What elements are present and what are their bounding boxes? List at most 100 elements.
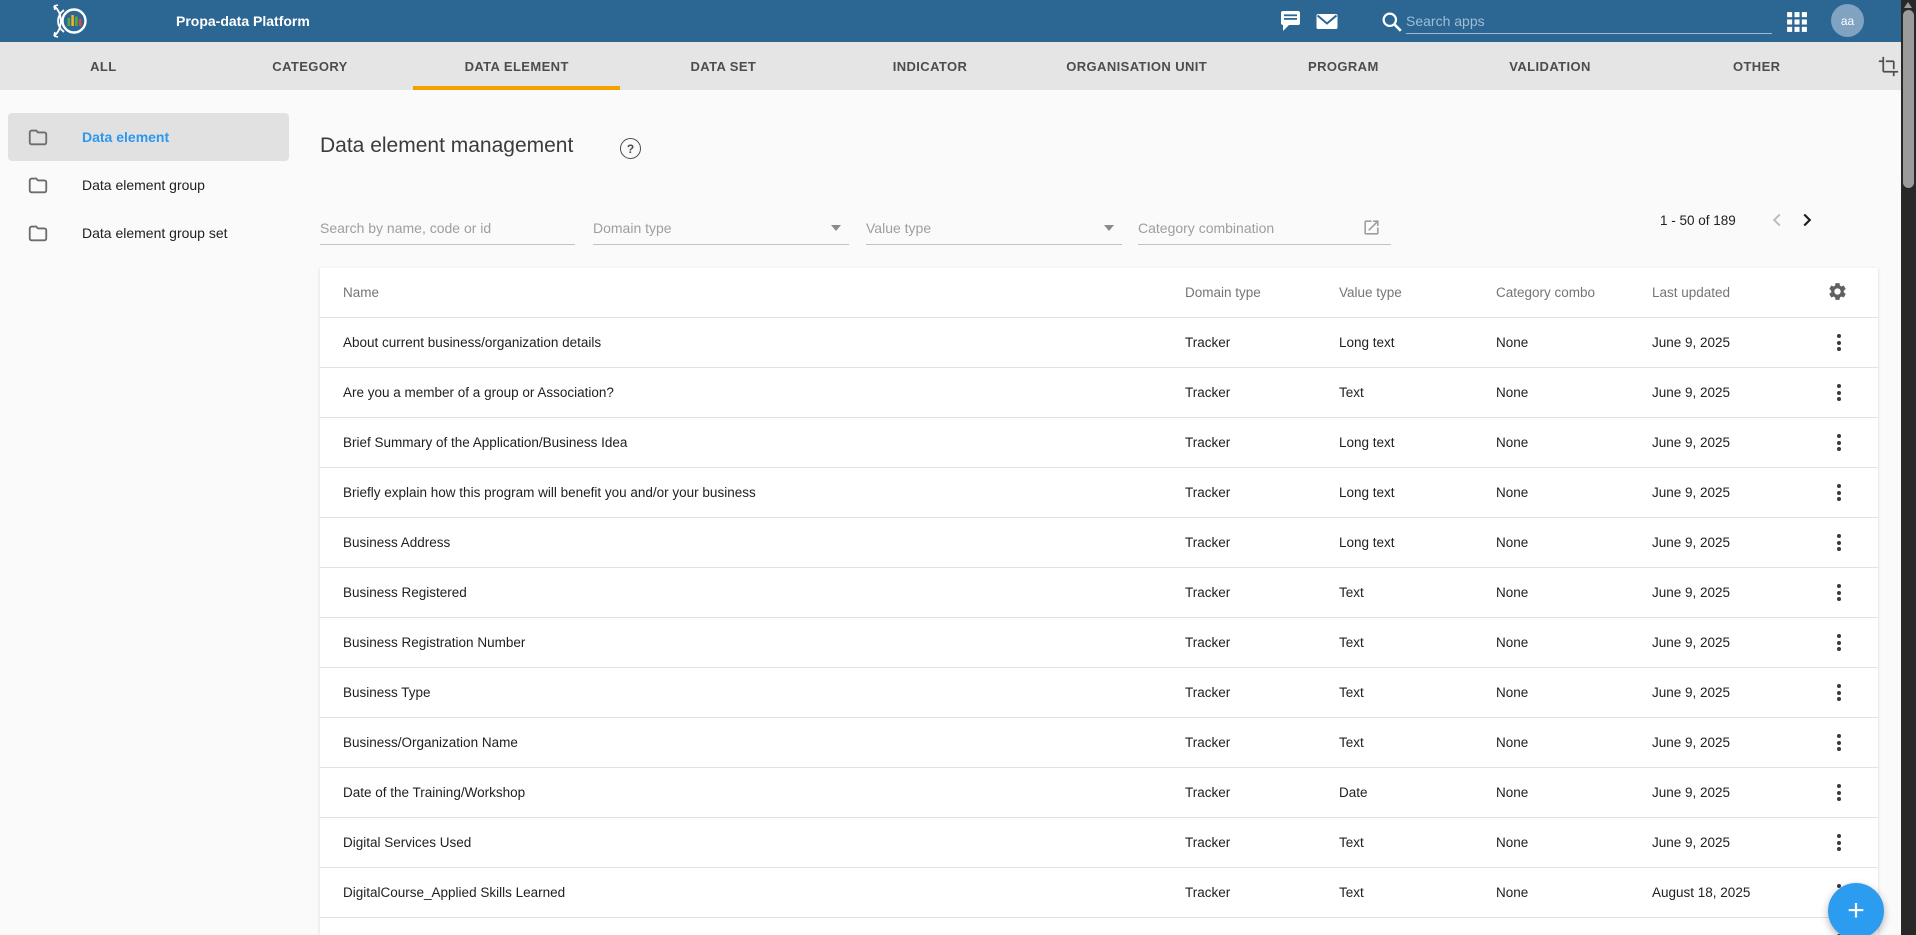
cell-domain-type: Tracker bbox=[1185, 785, 1231, 800]
mail-icon[interactable] bbox=[1316, 11, 1338, 33]
row-actions-kebab-icon[interactable] bbox=[1830, 583, 1848, 603]
tab-validation[interactable]: VALIDATION bbox=[1447, 42, 1654, 90]
plus-icon: + bbox=[1847, 894, 1865, 927]
cell-name: Digital Services Used bbox=[343, 835, 472, 850]
table-search-field[interactable] bbox=[320, 212, 575, 245]
chevron-right-icon bbox=[1803, 213, 1812, 227]
column-settings-gear-icon[interactable] bbox=[1827, 281, 1848, 302]
column-header-domain-type[interactable]: Domain type bbox=[1185, 285, 1339, 300]
value-type-label: Value type bbox=[866, 220, 932, 236]
apps-grid-icon[interactable] bbox=[1786, 11, 1808, 33]
category-combination-select[interactable]: Category combination bbox=[1138, 212, 1391, 245]
cell-category-combo: None bbox=[1496, 585, 1529, 600]
cell-category-combo: None bbox=[1496, 885, 1529, 900]
tab-program[interactable]: PROGRAM bbox=[1240, 42, 1447, 90]
sidebar-item-data-element-group-set[interactable]: Data element group set bbox=[8, 209, 289, 257]
table-row[interactable]: Briefly explain how this program will be… bbox=[320, 468, 1878, 518]
sidebar-item-data-element-group[interactable]: Data element group bbox=[8, 161, 289, 209]
sidebar-item-data-element[interactable]: Data element bbox=[8, 113, 289, 161]
row-actions-kebab-icon[interactable] bbox=[1830, 333, 1848, 353]
tab-indicator[interactable]: INDICATOR bbox=[827, 42, 1034, 90]
scrollbar-up-arrow-icon[interactable] bbox=[1904, 2, 1912, 8]
table-row[interactable] bbox=[320, 918, 1878, 935]
add-data-element-fab-button[interactable]: + bbox=[1828, 883, 1884, 935]
user-avatar[interactable]: aa bbox=[1831, 4, 1864, 37]
folder-icon bbox=[28, 177, 48, 194]
cell-domain-type: Tracker bbox=[1185, 485, 1231, 500]
dhis2-logo-icon[interactable] bbox=[46, 3, 92, 39]
column-header-name[interactable]: Name bbox=[320, 285, 1185, 300]
table-header-row: Name Domain type Value type Category com… bbox=[320, 268, 1878, 318]
cell-name: DigitalCourse_Applied Skills Learned bbox=[343, 885, 566, 900]
table-row[interactable]: About current business/organization deta… bbox=[320, 318, 1878, 368]
table-row[interactable]: Business/Organization Name Tracker Text … bbox=[320, 718, 1878, 768]
row-actions-kebab-icon[interactable] bbox=[1830, 433, 1848, 453]
tab-data-set[interactable]: DATA SET bbox=[620, 42, 827, 90]
pagination-next-button[interactable] bbox=[1792, 206, 1822, 234]
cell-value-type: Text bbox=[1339, 585, 1364, 600]
tab-data-element[interactable]: DATA ELEMENT bbox=[413, 42, 620, 90]
column-header-last-updated[interactable]: Last updated bbox=[1652, 285, 1822, 300]
column-header-category-combo[interactable]: Category combo bbox=[1496, 285, 1652, 300]
table-row[interactable]: Business Registered Tracker Text None Ju… bbox=[320, 568, 1878, 618]
app-title: Propa-data Platform bbox=[176, 13, 310, 29]
row-actions-kebab-icon[interactable] bbox=[1830, 533, 1848, 553]
table-row[interactable]: Business Registration Number Tracker Tex… bbox=[320, 618, 1878, 668]
cell-domain-type: Tracker bbox=[1185, 585, 1231, 600]
cell-name: Are you a member of a group or Associati… bbox=[343, 385, 614, 400]
table-row[interactable]: Digital Services Used Tracker Text None … bbox=[320, 818, 1878, 868]
table-row[interactable]: Brief Summary of the Application/Busines… bbox=[320, 418, 1878, 468]
cell-last-updated: June 9, 2025 bbox=[1652, 485, 1731, 500]
cell-last-updated: June 9, 2025 bbox=[1652, 335, 1731, 350]
cell-category-combo: None bbox=[1496, 635, 1529, 650]
tab-other[interactable]: OTHER bbox=[1653, 42, 1860, 90]
row-actions-kebab-icon[interactable] bbox=[1830, 833, 1848, 853]
table-row[interactable]: DigitalCourse_Applied Skills Learned Tra… bbox=[320, 868, 1878, 918]
row-actions-kebab-icon[interactable] bbox=[1830, 633, 1848, 653]
cell-value-type: Text bbox=[1339, 635, 1364, 650]
page-title: Data element management bbox=[320, 134, 574, 157]
cell-category-combo: None bbox=[1496, 835, 1529, 850]
scrollbar-thumb[interactable] bbox=[1903, 10, 1914, 188]
row-actions-kebab-icon[interactable] bbox=[1830, 483, 1848, 503]
messages-icon[interactable] bbox=[1280, 10, 1302, 32]
domain-type-select[interactable]: Domain type bbox=[593, 212, 849, 245]
table-search-input[interactable] bbox=[320, 220, 575, 236]
domain-type-label: Domain type bbox=[593, 220, 672, 236]
folder-icon bbox=[28, 129, 48, 146]
row-actions-kebab-icon[interactable] bbox=[1830, 733, 1848, 753]
table-body: About current business/organization deta… bbox=[320, 318, 1878, 935]
apps-search-field[interactable] bbox=[1406, 9, 1772, 35]
cell-last-updated: June 9, 2025 bbox=[1652, 835, 1731, 850]
cell-last-updated: June 9, 2025 bbox=[1652, 535, 1731, 550]
sidebar-item-label: Data element group bbox=[82, 177, 205, 193]
cell-last-updated: June 9, 2025 bbox=[1652, 435, 1731, 450]
row-actions-kebab-icon[interactable] bbox=[1830, 683, 1848, 703]
search-icon[interactable] bbox=[1381, 11, 1403, 33]
cell-domain-type: Tracker bbox=[1185, 685, 1231, 700]
tab-all[interactable]: ALL bbox=[0, 42, 207, 90]
apps-search-input[interactable] bbox=[1406, 9, 1772, 34]
row-actions-kebab-icon[interactable] bbox=[1830, 383, 1848, 403]
cell-value-type: Text bbox=[1339, 835, 1364, 850]
table-row[interactable]: Business Address Tracker Long text None … bbox=[320, 518, 1878, 568]
page-scrollbar[interactable] bbox=[1901, 0, 1916, 935]
row-actions-kebab-icon[interactable] bbox=[1830, 783, 1848, 803]
cell-name: About current business/organization deta… bbox=[343, 335, 602, 350]
tab-category[interactable]: CATEGORY bbox=[207, 42, 414, 90]
table-row[interactable]: Are you a member of a group or Associati… bbox=[320, 368, 1878, 418]
tab-bar-tabs: ALL CATEGORY DATA ELEMENT DATA SET INDICATOR… bbox=[0, 42, 1860, 90]
value-type-select[interactable]: Value type bbox=[866, 212, 1122, 245]
section-tab-bar: ALL CATEGORY DATA ELEMENT DATA SET INDICATOR… bbox=[0, 42, 1916, 90]
pagination-previous-button[interactable] bbox=[1762, 206, 1792, 234]
open-in-new-icon bbox=[1364, 220, 1379, 235]
cell-domain-type: Tracker bbox=[1185, 385, 1231, 400]
table-row[interactable]: Date of the Training/Workshop Tracker Da… bbox=[320, 768, 1878, 818]
tab-organisation-unit[interactable]: ORGANISATION UNIT bbox=[1033, 42, 1240, 90]
crop-icon bbox=[1878, 56, 1898, 76]
cell-last-updated: June 9, 2025 bbox=[1652, 385, 1731, 400]
column-header-value-type[interactable]: Value type bbox=[1339, 285, 1496, 300]
help-icon[interactable]: ? bbox=[620, 138, 641, 159]
table-row[interactable]: Business Type Tracker Text None June 9, … bbox=[320, 668, 1878, 718]
cell-category-combo: None bbox=[1496, 685, 1529, 700]
